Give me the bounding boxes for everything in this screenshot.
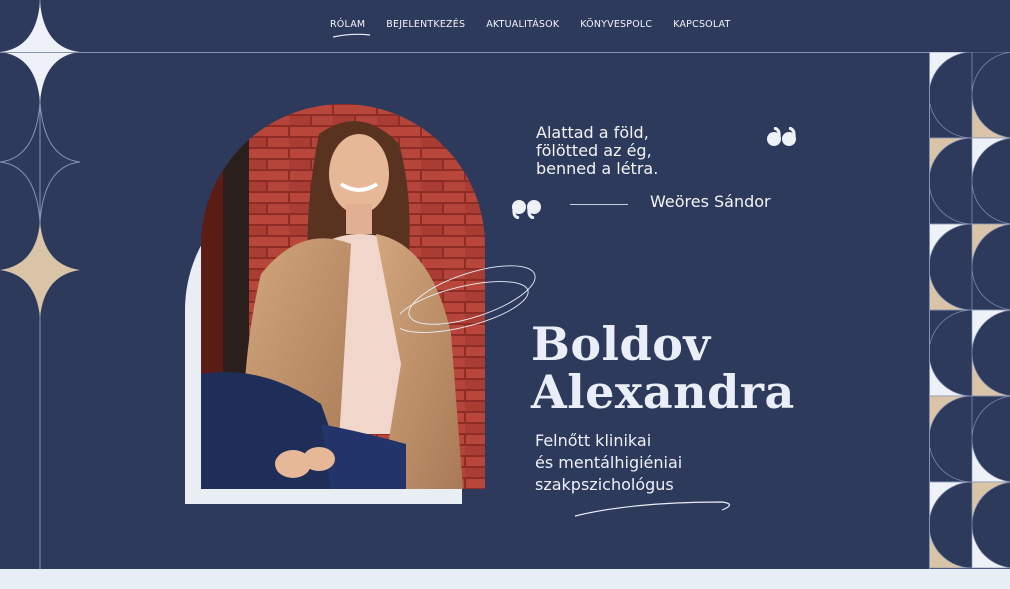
nav-item-bejelentkezes[interactable]: BEJELENTKEZÉS: [386, 19, 465, 30]
hero-title: Felnőtt klinikai és mentálhigiéniai szak…: [535, 430, 682, 496]
signature-underline: [574, 501, 731, 517]
name-first: Boldov: [531, 317, 711, 371]
nav-item-kapcsolat[interactable]: KAPCSOLAT: [673, 19, 730, 30]
page: RÓLAM BEJELENTKEZÉS AKTUALITÁSOK KÖNYVES…: [0, 0, 1010, 589]
title-line: szakpszichológus: [535, 475, 674, 494]
quote-author: Weöres Sándor: [650, 192, 771, 211]
nav-item-rolam[interactable]: RÓLAM: [330, 19, 365, 30]
hero-name: Boldov Alexandra: [531, 320, 795, 416]
quote-open-icon: [512, 200, 541, 219]
title-line: Felnőtt klinikai: [535, 431, 652, 450]
geometric-pattern: [929, 52, 1010, 569]
nav-divider: [0, 52, 930, 53]
name-last: Alexandra: [531, 365, 795, 419]
title-line: és mentálhigiéniai: [535, 453, 683, 472]
quote-text: Alattad a föld, fölötted az ég, benned a…: [536, 124, 658, 178]
nav-item-konyvespolc[interactable]: KÖNYVESPOLC: [580, 19, 652, 30]
quote-line: benned a létra.: [536, 159, 659, 178]
nav-active-underline: [332, 33, 371, 38]
main-nav: RÓLAM BEJELENTKEZÉS AKTUALITÁSOK KÖNYVES…: [0, 0, 1010, 52]
quote-close-icon: [767, 127, 796, 146]
quote-line: Alattad a föld,: [536, 123, 649, 142]
left-decoration: [0, 0, 80, 589]
bottom-band: [0, 569, 1010, 589]
nav-item-aktualitasok[interactable]: AKTUALITÁSOK: [486, 19, 559, 30]
swirl-decoration: [400, 265, 536, 333]
quote-rule: [570, 204, 628, 205]
sparkle-beige-icon: [0, 222, 80, 318]
quote-line: fölötted az ég,: [536, 141, 652, 160]
